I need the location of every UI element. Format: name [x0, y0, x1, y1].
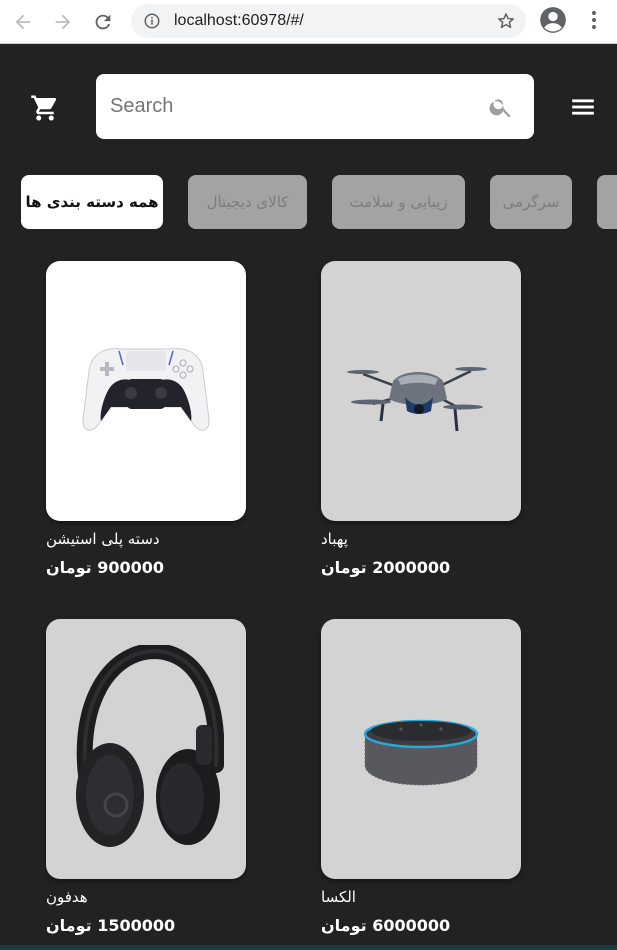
search-input[interactable] [110, 92, 470, 120]
product-price: 900000 تومان [46, 558, 164, 577]
product-name: پهباد [321, 530, 348, 548]
chip-all-categories[interactable]: همه دسته بندی ها [21, 175, 163, 229]
product-price: 1500000 تومان [46, 916, 176, 935]
address-bar[interactable]: localhost:60978/#/ [131, 4, 526, 38]
product-image[interactable] [46, 619, 246, 879]
product-card[interactable]: پهباد 2000000 تومان [321, 261, 521, 577]
product-price: 6000000 تومان [321, 916, 451, 935]
arrow-right-icon [55, 14, 71, 30]
url-text[interactable]: localhost:60978/#/ [174, 12, 304, 30]
shopping-cart-icon[interactable] [30, 93, 60, 123]
product-image[interactable] [321, 619, 521, 879]
chip-digital[interactable]: کالای دیجیتال [188, 175, 307, 229]
product-price: 2000000 تومان [321, 558, 451, 577]
product-image[interactable] [46, 261, 246, 521]
headphones-icon [76, 645, 224, 847]
browser-toolbar: localhost:60978/#/ [0, 0, 617, 44]
chip-beauty-health[interactable]: زیبایی و سلامت [332, 175, 465, 229]
product-name: الکسا [321, 888, 356, 906]
gamepad-icon [82, 348, 210, 431]
chip-more[interactable]: ر [597, 175, 617, 229]
reload-button[interactable] [89, 8, 117, 36]
product-card[interactable]: هدفون 1500000 تومان [46, 619, 246, 935]
profile-avatar-icon[interactable] [539, 6, 567, 34]
hamburger-menu-icon[interactable] [570, 94, 596, 120]
info-icon[interactable] [143, 12, 161, 30]
category-chips: همه دسته بندی ها کالای دیجیتال زیبایی و … [0, 175, 617, 229]
arrow-left-icon [15, 14, 31, 30]
product-card[interactable]: الکسا 6000000 تومان [321, 619, 521, 935]
search-box[interactable] [96, 74, 534, 139]
product-name: دسته پلی استیشن [46, 530, 160, 548]
back-button[interactable] [9, 8, 37, 36]
bottom-edge [0, 945, 617, 950]
reload-icon [95, 14, 111, 30]
browser-menu-icon[interactable] [582, 8, 606, 32]
smart-speaker-icon [363, 719, 479, 786]
product-card[interactable]: دسته پلی استیشن 900000 تومان [46, 261, 246, 577]
search-icon[interactable] [488, 94, 514, 120]
product-image[interactable] [321, 261, 521, 521]
product-name: هدفون [46, 888, 88, 906]
drone-icon [347, 367, 487, 432]
forward-button[interactable] [49, 8, 77, 36]
chip-entertainment[interactable]: سرگرمی [490, 175, 572, 229]
bookmark-star-icon[interactable] [496, 11, 516, 31]
